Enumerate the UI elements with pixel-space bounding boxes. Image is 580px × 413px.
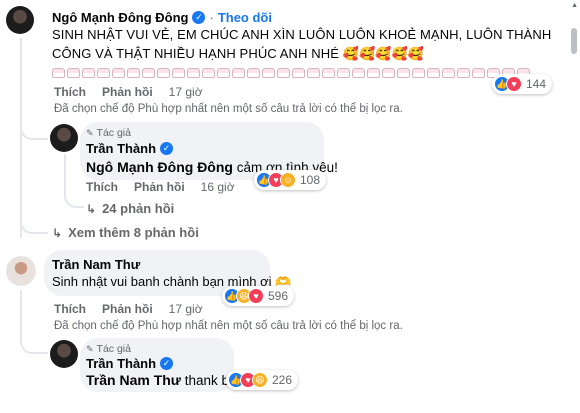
scrollbar-thumb[interactable] bbox=[571, 28, 577, 54]
thread-connector bbox=[20, 120, 48, 140]
cake-icon bbox=[472, 68, 485, 78]
reply-button[interactable]: Phản hồi bbox=[134, 180, 185, 194]
reply-author-name[interactable]: Trần Thành bbox=[86, 356, 156, 371]
reply-timestamp[interactable]: 16 giờ bbox=[201, 180, 235, 194]
cake-emoji-row bbox=[52, 68, 532, 78]
comment-text-line-2: CÔNG VÀ THẬT NHIỀU HẠNH PHÚC ANH NHÉ 🥰🥰🥰… bbox=[52, 46, 425, 61]
filter-notice: Đã chọn chế độ Phù hợp nhất nên một số c… bbox=[54, 103, 403, 115]
reply-arrow-icon: ↳ bbox=[52, 225, 63, 240]
author-tag: ✎ Tác giả bbox=[86, 343, 131, 355]
cake-icon bbox=[412, 68, 425, 78]
view-replies-label: 24 phản hồi bbox=[102, 201, 175, 216]
avatar[interactable] bbox=[6, 256, 36, 286]
comment-author-row: Trần Nam Thư bbox=[52, 257, 140, 272]
cake-icon bbox=[337, 68, 350, 78]
filter-notice: Đã chọn chế độ Phù hợp nhất nên một số c… bbox=[54, 320, 403, 332]
cake-icon bbox=[157, 68, 170, 78]
thread-line bbox=[64, 154, 66, 198]
cake-icon bbox=[307, 68, 320, 78]
thread-connector bbox=[20, 336, 48, 354]
view-more-replies-label: Xem thêm 8 phản hồi bbox=[68, 225, 199, 240]
care-reaction-icon: ☺ bbox=[280, 172, 296, 188]
cake-icon bbox=[187, 68, 200, 78]
reactions-summary[interactable]: 👍 ♥ ☺ 108 bbox=[254, 170, 327, 190]
cake-icon bbox=[442, 68, 455, 78]
cake-icon bbox=[367, 68, 380, 78]
reactions-summary[interactable]: 👍 😆 ♥ 596 bbox=[222, 286, 295, 306]
pencil-icon: ✎ bbox=[86, 127, 94, 138]
reply-author-row: Trần Thành ✓ bbox=[86, 141, 174, 156]
verified-badge-icon: ✓ bbox=[160, 142, 174, 155]
reply-text: Trần Nam Thư thank bồ bbox=[86, 370, 236, 391]
cake-icon bbox=[142, 68, 155, 78]
cake-icon bbox=[397, 68, 410, 78]
comment-author-name[interactable]: Trần Nam Thư bbox=[52, 257, 140, 272]
reactions-count: 144 bbox=[526, 77, 547, 91]
like-button[interactable]: Thích bbox=[54, 85, 86, 99]
comment-timestamp[interactable]: 17 giờ bbox=[169, 85, 203, 99]
view-more-replies-link[interactable]: ↳ Xem thêm 8 phản hồi bbox=[52, 225, 199, 240]
reply-button[interactable]: Phản hồi bbox=[102, 302, 153, 316]
cake-icon bbox=[322, 68, 335, 78]
cake-icon bbox=[202, 68, 215, 78]
cake-icon bbox=[457, 68, 470, 78]
cake-icon bbox=[172, 68, 185, 78]
verified-badge-icon: ✓ bbox=[192, 11, 206, 24]
author-tag: ✎ Tác giả bbox=[86, 127, 131, 139]
view-replies-link[interactable]: ↳ 24 phản hồi bbox=[86, 201, 174, 216]
cake-icon bbox=[232, 68, 245, 78]
cake-icon bbox=[82, 68, 95, 78]
cake-icon bbox=[247, 68, 260, 78]
reply-arrow-icon: ↳ bbox=[86, 201, 97, 216]
love-reaction-icon: ♥ bbox=[506, 76, 522, 92]
like-button[interactable]: Thích bbox=[86, 180, 118, 194]
cake-icon bbox=[292, 68, 305, 78]
cake-icon bbox=[352, 68, 365, 78]
comment-timestamp[interactable]: 17 giờ bbox=[169, 302, 203, 316]
cake-icon bbox=[262, 68, 275, 78]
reactions-count: 108 bbox=[300, 173, 321, 187]
thread-line bbox=[20, 290, 22, 342]
reactions-count: 226 bbox=[272, 373, 293, 387]
mention-link[interactable]: Trần Nam Thư bbox=[86, 372, 181, 388]
follow-button[interactable]: Theo dõi bbox=[218, 10, 272, 25]
avatar[interactable] bbox=[6, 6, 34, 34]
reply-actions: Thích Phản hồi 16 giờ bbox=[86, 180, 235, 194]
cake-icon bbox=[127, 68, 140, 78]
reply-author-row: Trần Thành ✓ bbox=[86, 356, 174, 371]
reactions-summary[interactable]: 👍 ♥ 😆 226 bbox=[226, 370, 299, 390]
comment-author-row: Ngô Mạnh Đông Đông ✓ · Theo dõi bbox=[52, 10, 272, 25]
cake-icon bbox=[427, 68, 440, 78]
like-button[interactable]: Thích bbox=[54, 302, 86, 316]
avatar[interactable] bbox=[50, 340, 78, 368]
reactions-summary[interactable]: 👍 ♥ 144 bbox=[492, 74, 553, 94]
cake-icon bbox=[277, 68, 290, 78]
verified-badge-icon: ✓ bbox=[160, 357, 174, 370]
pencil-icon: ✎ bbox=[86, 343, 94, 354]
haha-reaction-icon: 😆 bbox=[252, 372, 268, 388]
love-reaction-icon: ♥ bbox=[248, 288, 264, 304]
author-tag-label: Tác giả bbox=[96, 343, 131, 355]
cake-icon bbox=[67, 68, 80, 78]
reactions-count: 596 bbox=[268, 289, 289, 303]
avatar[interactable] bbox=[50, 124, 78, 152]
cake-icon bbox=[97, 68, 110, 78]
author-tag-label: Tác giả bbox=[96, 127, 131, 139]
reply-author-name[interactable]: Trần Thành bbox=[86, 141, 156, 156]
comment-actions: Thích Phản hồi 17 giờ bbox=[54, 302, 203, 316]
scroll-up-arrow-icon[interactable]: ▲ bbox=[571, 2, 578, 9]
thread-connector bbox=[20, 222, 48, 234]
thread-line bbox=[20, 38, 22, 238]
comment-author-name[interactable]: Ngô Mạnh Đông Đông bbox=[52, 10, 188, 25]
cake-icon bbox=[112, 68, 125, 78]
cake-icon bbox=[217, 68, 230, 78]
thread-connector bbox=[64, 196, 84, 208]
comment-text-line-1: SINH NHẬT VUI VẺ, EM CHÚC ANH XÌN LUÔN L… bbox=[52, 27, 552, 42]
cake-icon bbox=[52, 68, 65, 78]
mention-link[interactable]: Ngô Mạnh Đông Đông bbox=[86, 159, 233, 175]
reply-button[interactable]: Phản hồi bbox=[102, 85, 153, 99]
comment-actions: Thích Phản hồi 17 giờ bbox=[54, 85, 203, 99]
cake-icon bbox=[382, 68, 395, 78]
separator-dot: · bbox=[209, 10, 214, 25]
